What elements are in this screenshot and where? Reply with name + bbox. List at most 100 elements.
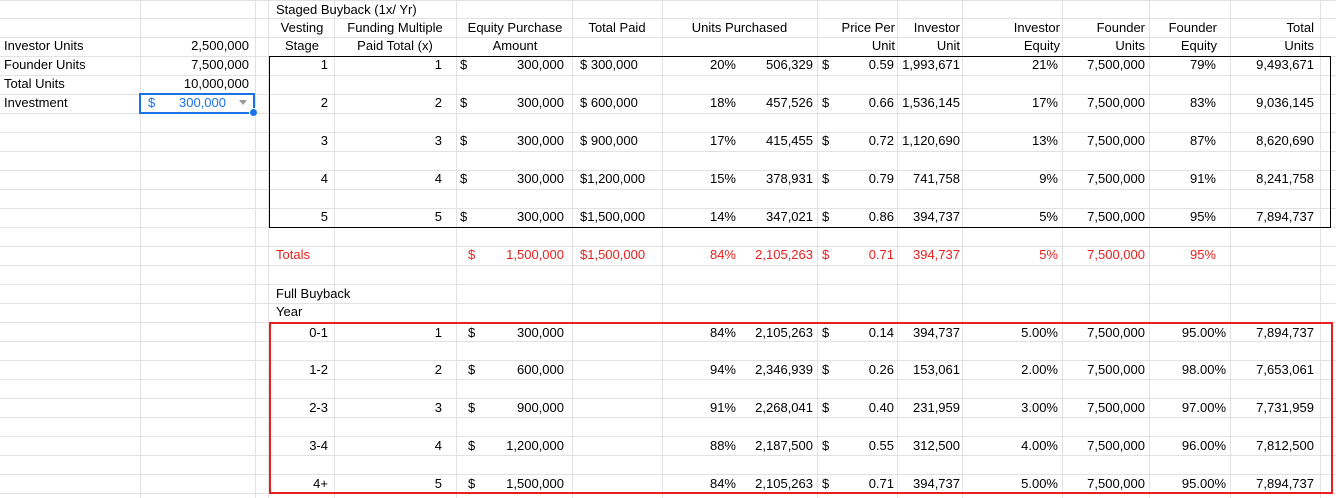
param-label[interactable]: Investment	[4, 95, 138, 111]
fill-handle[interactable]	[249, 108, 258, 117]
full-total-units[interactable]: 7,653,061	[1232, 362, 1314, 378]
staged-header-line1[interactable]: Units Purchased	[664, 20, 815, 36]
totals-investor-equity[interactable]: 5%	[964, 247, 1058, 263]
staged-units[interactable]: 347,021	[738, 209, 813, 225]
staged-investor-equity[interactable]: 17%	[964, 95, 1058, 111]
staged-founder-equity[interactable]: 95%	[1151, 209, 1216, 225]
staged-investor-unit[interactable]: 394,737	[899, 209, 960, 225]
full-price[interactable]: 0.26	[832, 362, 894, 378]
staged-founder-equity[interactable]: 79%	[1151, 57, 1216, 73]
full-multiple[interactable]: 3	[336, 400, 442, 416]
param-label[interactable]: Investor Units	[4, 38, 138, 54]
full-investor-unit[interactable]: 312,500	[899, 438, 960, 454]
full-amount[interactable]: 1,200,000	[472, 438, 564, 454]
staged-header-line2[interactable]: Units	[1230, 38, 1314, 54]
staged-founder-equity[interactable]: 87%	[1151, 133, 1216, 149]
staged-total-units[interactable]: 8,241,758	[1232, 171, 1314, 187]
full-founder-units[interactable]: 7,500,000	[1064, 362, 1145, 378]
full-total-units[interactable]: 7,894,737	[1232, 476, 1314, 492]
staged-header-line1[interactable]: Investor	[962, 20, 1060, 36]
staged-header-line2[interactable]: Paid Total (x)	[336, 38, 454, 54]
full-price[interactable]: 0.40	[832, 400, 894, 416]
full-founder-units[interactable]: 7,500,000	[1064, 400, 1145, 416]
full-multiple[interactable]: 5	[336, 476, 442, 492]
totals-label[interactable]: Totals	[276, 247, 336, 263]
full-units[interactable]: 2,105,263	[738, 476, 813, 492]
full-investor-equity[interactable]: 2.00%	[964, 362, 1058, 378]
full-investor-equity[interactable]: 5.00%	[964, 476, 1058, 492]
staged-stage[interactable]: 2	[270, 95, 328, 111]
param-value[interactable]: 10,000,000	[142, 76, 249, 92]
staged-header-line2[interactable]: Equity	[962, 38, 1060, 54]
totals-pct[interactable]: 84%	[664, 247, 736, 263]
staged-header-line1[interactable]: Funding Multiple	[336, 20, 454, 36]
staged-header-line1[interactable]: Total Paid	[574, 20, 660, 36]
full-multiple[interactable]: 2	[336, 362, 442, 378]
full-total-units[interactable]: 7,812,500	[1232, 438, 1314, 454]
staged-total-units[interactable]: 9,493,671	[1232, 57, 1314, 73]
full-founder-equity[interactable]: 97.00%	[1151, 400, 1226, 416]
totals-amount[interactable]: 1,500,000	[472, 247, 564, 263]
staged-header-line2[interactable]: Unit	[897, 38, 960, 54]
full-year[interactable]: 1-2	[270, 362, 328, 378]
totals-total-paid[interactable]: $1,500,000	[580, 247, 662, 263]
staged-total-units[interactable]: 9,036,145	[1232, 95, 1314, 111]
staged-amount[interactable]: 300,000	[472, 209, 564, 225]
full-year[interactable]: 0-1	[270, 325, 328, 341]
full-founder-equity[interactable]: 96.00%	[1151, 438, 1226, 454]
staged-price[interactable]: 0.66	[832, 95, 894, 111]
full-amount[interactable]: 300,000	[472, 325, 564, 341]
full-investor-equity[interactable]: 3.00%	[964, 400, 1058, 416]
staged-total-paid[interactable]: $1,500,000	[580, 209, 662, 225]
full-units[interactable]: 2,346,939	[738, 362, 813, 378]
staged-multiple[interactable]: 1	[336, 57, 442, 73]
staged-pct[interactable]: 15%	[664, 171, 736, 187]
staged-founder-equity[interactable]: 83%	[1151, 95, 1216, 111]
staged-units[interactable]: 415,455	[738, 133, 813, 149]
full-pct[interactable]: 91%	[664, 400, 736, 416]
staged-units[interactable]: 457,526	[738, 95, 813, 111]
staged-pct[interactable]: 14%	[664, 209, 736, 225]
totals-founder-units[interactable]: 7,500,000	[1064, 247, 1145, 263]
full-units[interactable]: 2,105,263	[738, 325, 813, 341]
full-pct[interactable]: 94%	[664, 362, 736, 378]
staged-founder-units[interactable]: 7,500,000	[1064, 133, 1145, 149]
staged-header-line1[interactable]: Vesting	[270, 20, 334, 36]
staged-investor-unit[interactable]: 1,536,145	[899, 95, 960, 111]
full-price[interactable]: 0.71	[832, 476, 894, 492]
staged-header-line2[interactable]	[574, 38, 660, 54]
full-pct[interactable]: 88%	[664, 438, 736, 454]
staged-total-paid[interactable]: $ 300,000	[580, 57, 662, 73]
full-multiple[interactable]: 4	[336, 438, 442, 454]
staged-price[interactable]: 0.59	[832, 57, 894, 73]
full-founder-equity[interactable]: 95.00%	[1151, 476, 1226, 492]
staged-founder-equity[interactable]: 91%	[1151, 171, 1216, 187]
full-year[interactable]: 4+	[270, 476, 328, 492]
staged-multiple[interactable]: 2	[336, 95, 442, 111]
staged-header-line1[interactable]: Price Per	[817, 20, 895, 36]
totals-price[interactable]: 0.71	[832, 247, 894, 263]
staged-header-line2[interactable]: Unit	[817, 38, 895, 54]
staged-founder-units[interactable]: 7,500,000	[1064, 171, 1145, 187]
staged-pct[interactable]: 17%	[664, 133, 736, 149]
full-pct[interactable]: 84%	[664, 325, 736, 341]
staged-total-paid[interactable]: $1,200,000	[580, 171, 662, 187]
staged-multiple[interactable]: 3	[336, 133, 442, 149]
param-label[interactable]: Founder Units	[4, 57, 138, 73]
full-investor-unit[interactable]: 231,959	[899, 400, 960, 416]
param-label[interactable]: Total Units	[4, 76, 138, 92]
staged-investor-unit[interactable]: 741,758	[899, 171, 960, 187]
staged-investor-equity[interactable]: 5%	[964, 209, 1058, 225]
staged-stage[interactable]: 3	[270, 133, 328, 149]
full-investor-equity[interactable]: 5.00%	[964, 325, 1058, 341]
staged-header-line2[interactable]: Equity	[1149, 38, 1217, 54]
staged-amount[interactable]: 300,000	[472, 171, 564, 187]
full-price[interactable]: 0.55	[832, 438, 894, 454]
full-founder-equity[interactable]: 98.00%	[1151, 362, 1226, 378]
staged-header-line1[interactable]: Founder	[1149, 20, 1217, 36]
full-year[interactable]: 3-4	[270, 438, 328, 454]
full-units[interactable]: 2,268,041	[738, 400, 813, 416]
staged-pct[interactable]: 18%	[664, 95, 736, 111]
full-founder-units[interactable]: 7,500,000	[1064, 476, 1145, 492]
full-pct[interactable]: 84%	[664, 476, 736, 492]
